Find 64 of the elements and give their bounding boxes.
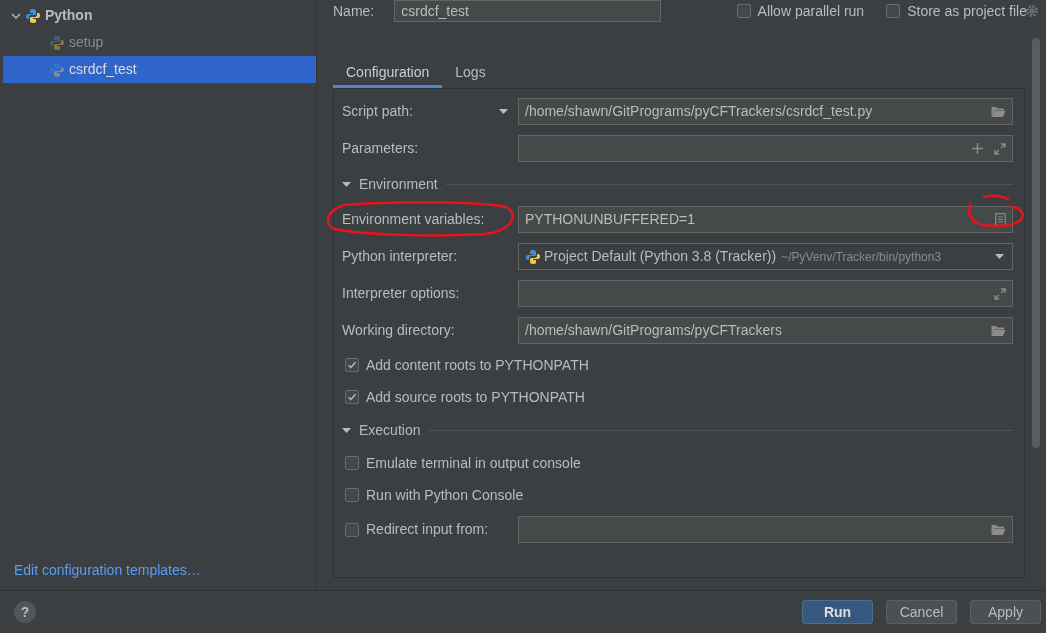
name-label: Name: — [333, 1, 375, 21]
name-field[interactable]: csrdcf_test — [394, 0, 662, 22]
checkbox-label: Add source roots to PYTHONPATH — [366, 387, 585, 407]
expand-icon[interactable] — [994, 287, 1006, 300]
document-icon[interactable] — [995, 213, 1006, 226]
field-value: PYTHONUNBUFFERED=1 — [525, 210, 695, 229]
python-logo-icon — [49, 61, 65, 78]
python-logo-icon — [49, 34, 65, 51]
text-field[interactable] — [518, 280, 1013, 307]
field-label: Python interpreter: — [342, 247, 458, 266]
field-label: Script path: — [342, 102, 413, 121]
expand-icon[interactable] — [994, 142, 1006, 155]
tree-item[interactable]: Python — [3, 2, 316, 29]
folder-icon[interactable] — [990, 105, 1006, 118]
gear-icon[interactable] — [1025, 4, 1039, 18]
checkbox-label: Store as project file — [907, 1, 1027, 21]
text-field[interactable] — [518, 135, 1013, 162]
python-logo-icon — [525, 248, 541, 265]
dialog-button[interactable]: Apply — [970, 600, 1041, 624]
edit-templates-link[interactable]: Edit configuration templates… — [14, 560, 316, 581]
scrollbar[interactable] — [1032, 38, 1040, 448]
field-value: /home/shawn/GitPrograms/pyCFTrackers — [525, 321, 782, 340]
interpreter-dropdown[interactable]: Project Default (Python 3.8 (Tracker)) ~/PyVenv/Tracker/bin/python3 — [518, 243, 1013, 270]
field-value: Project Default (Python 3.8 (Tracker)) — [544, 247, 777, 266]
field-value: /home/shawn/GitPrograms/pyCFTrackers/csrdcf_test.py — [525, 102, 873, 121]
checkbox[interactable] — [345, 390, 359, 404]
tab[interactable]: Logs — [442, 60, 499, 88]
interpreter-path: ~/PyVenv/Tracker/bin/python3 — [781, 248, 942, 266]
field-label: Environment variables: — [342, 210, 485, 229]
text-field[interactable]: /home/shawn/GitPrograms/pyCFTrackers — [518, 317, 1013, 344]
checkbox-label: Redirect input from: — [366, 520, 489, 539]
dropdown-arrow-icon[interactable] — [499, 109, 508, 114]
checkbox-label: Run with Python Console — [366, 485, 524, 505]
text-field[interactable]: PYTHONUNBUFFERED=1 — [518, 206, 1013, 233]
checkbox[interactable] — [345, 522, 359, 537]
checkbox-label: Allow parallel run — [757, 1, 865, 21]
field-label: Working directory: — [342, 321, 455, 340]
dropdown-arrow-icon — [995, 254, 1004, 259]
tree-item[interactable]: setup — [3, 29, 316, 56]
dialog-button[interactable]: Run — [802, 600, 873, 624]
checkbox[interactable] — [345, 488, 359, 502]
section-title: Environment — [359, 174, 438, 194]
collapse-arrow-icon[interactable] — [342, 179, 351, 189]
checkbox[interactable] — [345, 456, 359, 470]
checkbox[interactable] — [886, 4, 901, 18]
tree-item[interactable]: csrdcf_test — [3, 56, 316, 83]
check-icon — [347, 392, 357, 402]
check-icon — [347, 360, 357, 370]
text-field[interactable] — [518, 516, 1013, 543]
field-label: Parameters: — [342, 139, 419, 158]
dialog-button[interactable]: Cancel — [886, 600, 957, 624]
plus-icon[interactable] — [972, 143, 983, 154]
collapse-arrow-icon[interactable] — [342, 425, 351, 435]
checkbox-label: Emulate terminal in output console — [366, 453, 581, 473]
text-field[interactable]: /home/shawn/GitPrograms/pyCFTrackers/csrdcf_test.py — [518, 98, 1013, 125]
python-logo-icon — [25, 7, 41, 24]
help-button[interactable]: ? — [14, 601, 36, 623]
checkbox[interactable] — [736, 4, 751, 18]
checkbox-label: Add content roots to PYTHONPATH — [366, 355, 589, 375]
folder-icon[interactable] — [990, 523, 1006, 536]
field-label: Interpreter options: — [342, 284, 460, 303]
folder-icon[interactable] — [990, 324, 1006, 337]
checkbox[interactable] — [345, 358, 359, 372]
section-title: Execution — [359, 420, 421, 440]
